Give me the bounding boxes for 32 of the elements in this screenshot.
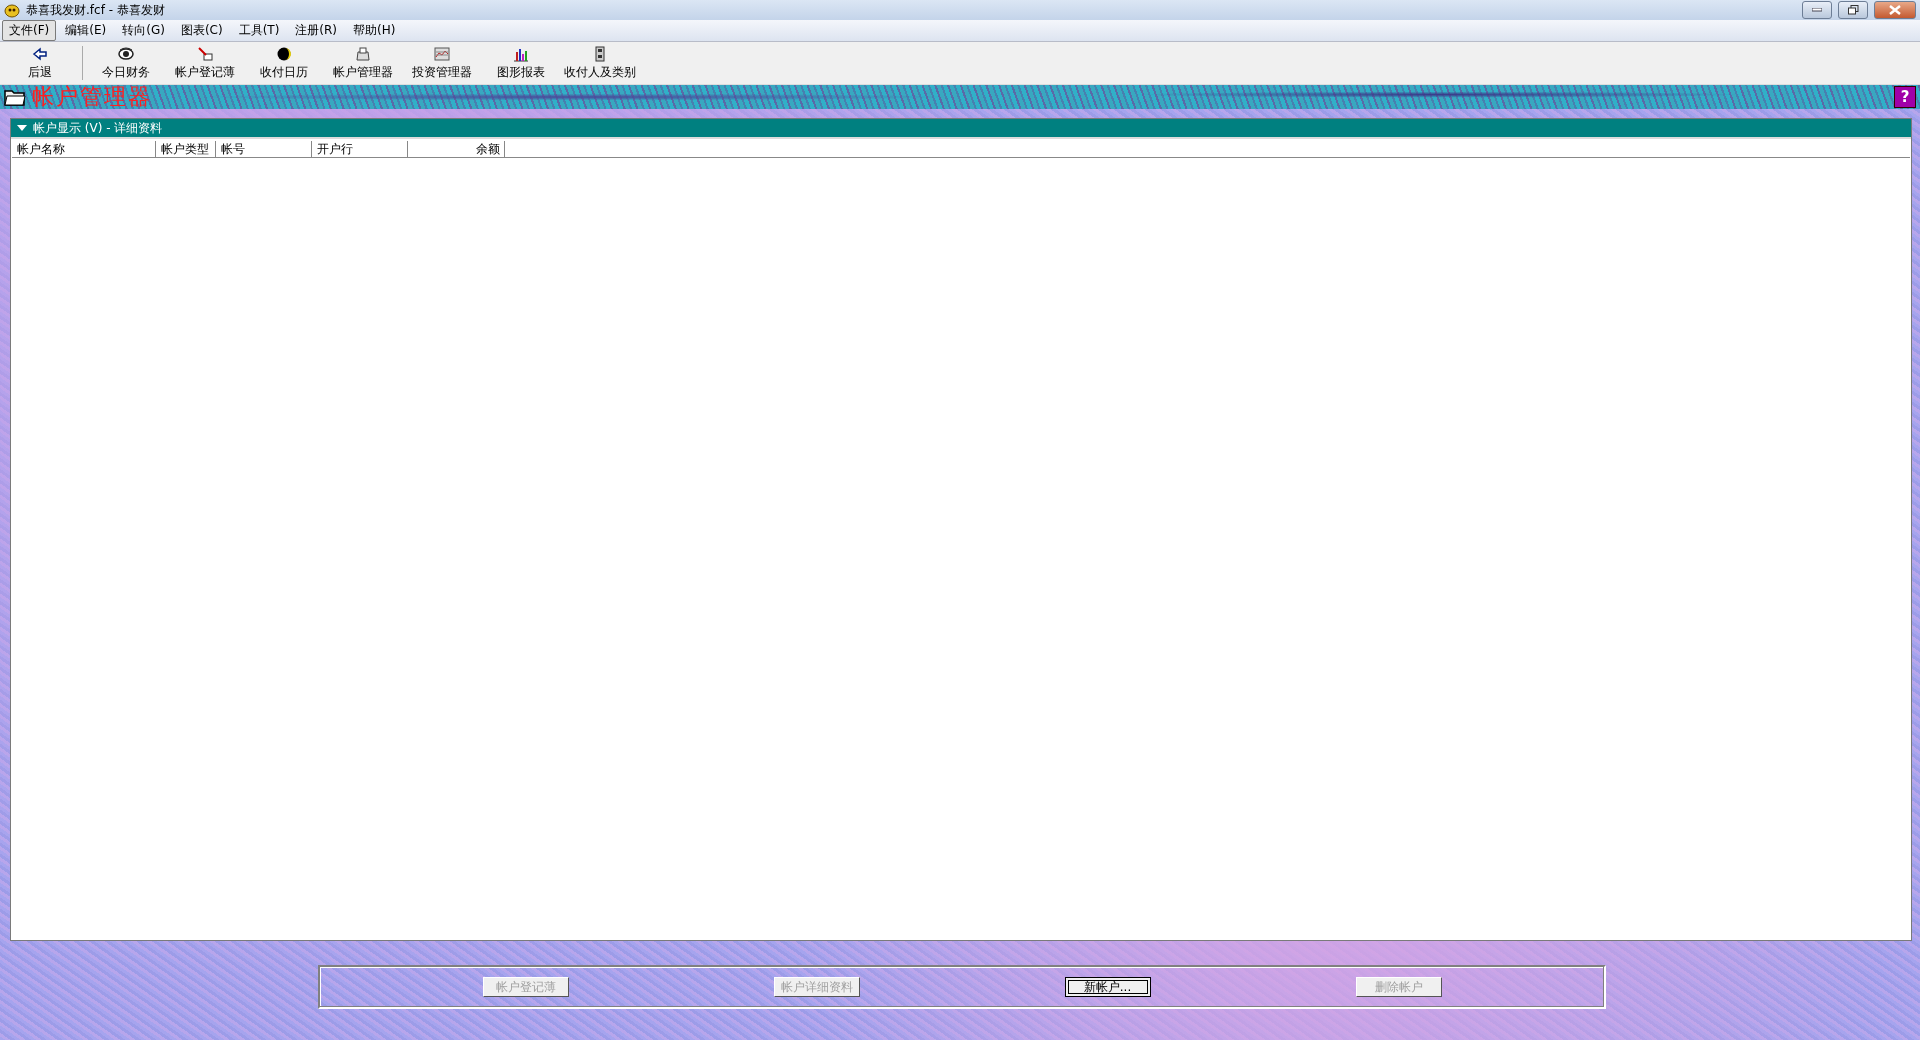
toolbar-button[interactable]: 图形报表 xyxy=(481,42,560,84)
window-title: 恭喜我发财.fcf - 恭喜发财 xyxy=(26,1,166,19)
menu-item[interactable]: 编辑(E) xyxy=(58,20,114,41)
toolbar-button[interactable]: 收付日历 xyxy=(244,42,323,84)
triangle-icon[interactable] xyxy=(17,124,27,132)
menu-item[interactable]: 工具(T) xyxy=(231,20,287,41)
toolbar-button[interactable]: 投资管理器 xyxy=(402,42,481,84)
restore-icon xyxy=(1847,5,1859,15)
menu-item[interactable]: 图表(C) xyxy=(173,20,230,41)
menu-item[interactable]: 注册(R) xyxy=(288,20,345,41)
help-button[interactable]: ? xyxy=(1894,86,1916,108)
eye-icon xyxy=(117,45,134,62)
minimize-icon xyxy=(1812,8,1822,12)
close-button[interactable] xyxy=(1874,1,1916,19)
line-chart-icon xyxy=(433,45,450,62)
toolbar-button[interactable]: 收付人及类别 xyxy=(560,42,639,84)
restore-button[interactable] xyxy=(1838,1,1868,19)
toolbar-button[interactable]: 帐户管理器 xyxy=(323,42,402,84)
app-icon xyxy=(4,2,20,18)
toolbar-button[interactable]: 帐户登记薄 xyxy=(165,42,244,84)
action-button[interactable]: 新帐户... xyxy=(1064,977,1151,997)
close-icon xyxy=(1889,5,1901,15)
menu-item[interactable]: 文件(F) xyxy=(2,20,57,41)
menu-item[interactable]: 帮助(H) xyxy=(346,20,403,41)
toolbar-button[interactable]: 后退 xyxy=(0,42,79,84)
arrow-left-icon xyxy=(31,45,48,62)
menu-item[interactable]: 转向(G) xyxy=(115,20,172,41)
moon-icon xyxy=(275,45,292,62)
page-title: 帐户管理器 xyxy=(32,85,153,109)
minimize-button[interactable] xyxy=(1802,1,1832,19)
toolbar-button[interactable]: 今日财务 xyxy=(86,42,165,84)
panel-title: 帐户显示 (V) - 详细资料 xyxy=(33,119,163,137)
